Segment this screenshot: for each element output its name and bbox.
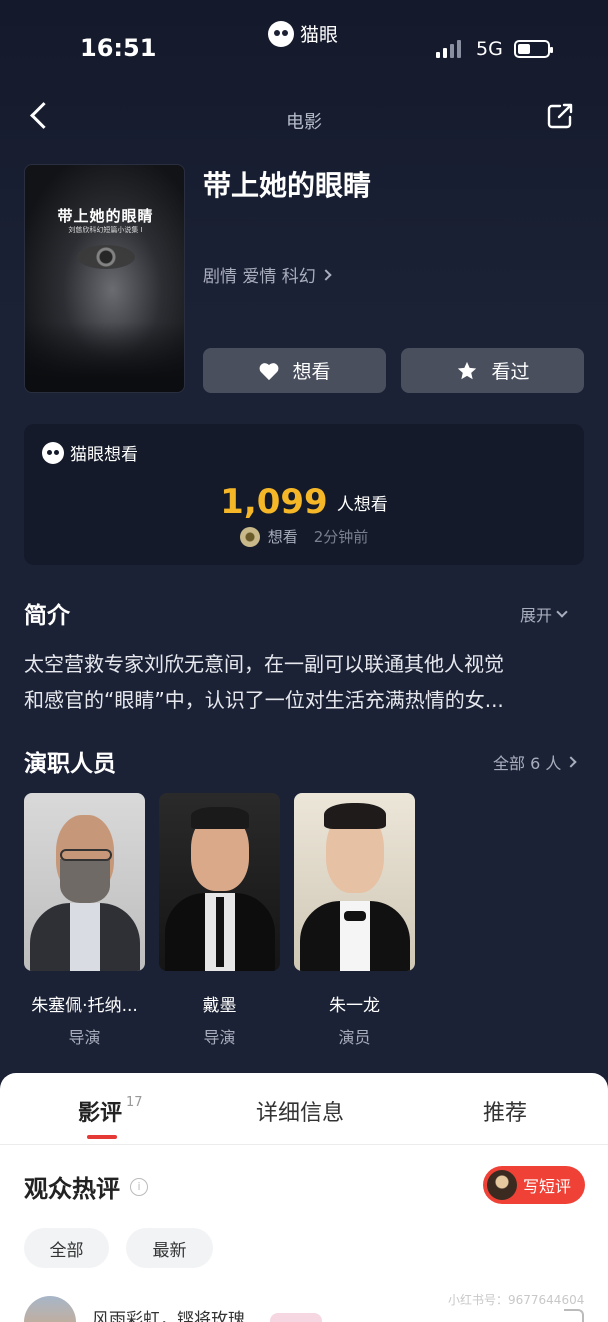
filter-all-chip[interactable]: 全部 (24, 1228, 109, 1268)
review-count: 17 (126, 1095, 143, 1110)
chevron-down-icon (556, 606, 568, 618)
poster-eye-art (77, 245, 135, 269)
write-review-label: 写短评 (523, 1177, 572, 1196)
chevron-right-icon (320, 268, 332, 281)
cast-card[interactable]: 朱一龙 演员 (294, 793, 415, 1048)
movie-genres[interactable]: 剧情 爱情 科幻 (203, 262, 332, 287)
cast-photo (159, 793, 280, 971)
synopsis-line-2: 和感官的“眼睛”中，认识了一位对生活充满热情的女... (24, 688, 504, 712)
movie-poster[interactable]: 带上她的眼睛 刘慈欣科幻短篇小说集 I (24, 164, 185, 393)
info-icon[interactable]: i (130, 1177, 148, 1196)
share-icon (547, 103, 573, 129)
cast-title: 演职人员 (24, 751, 116, 777)
tab-bar: 影评 17 详细信息 推荐 (0, 1073, 608, 1145)
status-bar: 16:51 猫眼 5G (0, 0, 608, 90)
cast-role: 导演 (68, 1028, 101, 1047)
poster-subtitle: 刘慈欣科幻短篇小说集 I (68, 226, 143, 234)
network-type: 5G (476, 38, 503, 60)
poster-title: 带上她的眼睛 (57, 207, 154, 225)
recent-time: 2分钟前 (313, 528, 369, 546)
tab-reviews[interactable]: 影评 17 (78, 1095, 143, 1127)
reviewer-avatar[interactable] (24, 1296, 76, 1322)
user-avatar (487, 1170, 517, 1200)
synopsis-line-1: 太空营救专家刘欣无意间，在一副可以联通其他人视觉 (24, 652, 504, 676)
user-avatar (239, 526, 260, 547)
app-logo: 猫眼 (268, 20, 338, 47)
want-stats-card[interactable]: 猫眼想看 1,099 人想看 想看 2分钟前 (24, 424, 584, 565)
cast-photo (24, 793, 145, 971)
hot-reviews-label: 观众热评 (24, 1175, 120, 1203)
filter-latest-chip[interactable]: 最新 (126, 1228, 213, 1268)
cast-role: 演员 (338, 1028, 371, 1047)
cast-name: 戴墨 (202, 996, 237, 1016)
want-card-header: 猫眼想看 (42, 440, 138, 465)
seen-button[interactable]: 看过 (401, 348, 584, 393)
tab-recommend[interactable]: 推荐 (483, 1095, 527, 1127)
expand-synopsis-button[interactable]: 展开 (520, 602, 568, 626)
seen-label: 看过 (491, 361, 530, 383)
share-button[interactable] (546, 102, 574, 130)
all-cast-button[interactable]: 全部 6 人 (493, 750, 578, 774)
maoyan-cat-icon (42, 441, 64, 464)
maoyan-cat-icon (268, 20, 294, 47)
active-tab-indicator (87, 1135, 117, 1139)
want-count: 1,099 人想看 (24, 482, 584, 522)
synopsis-title: 简介 (24, 603, 70, 629)
share-icon[interactable] (564, 1309, 584, 1322)
cast-list: 朱塞佩·托纳... 导演 戴墨 导演 朱一龙 演员 (24, 793, 415, 1048)
app-name: 猫眼 (300, 24, 339, 46)
battery-icon (514, 40, 553, 58)
page-title: 电影 (286, 112, 322, 133)
signal-icon (436, 40, 461, 58)
write-review-button[interactable]: 写短评 (483, 1166, 585, 1204)
chevron-right-icon (565, 756, 578, 768)
user-level-badge (270, 1313, 322, 1322)
star-icon (458, 361, 477, 379)
recent-want-activity: 想看 2分钟前 (24, 526, 584, 547)
genres-text: 剧情 爱情 科幻 (203, 267, 316, 287)
movie-title: 带上她的眼睛 (203, 169, 372, 202)
watermark: 小红书号：9677644604 (448, 1293, 585, 1307)
cast-name: 朱一龙 (329, 996, 380, 1016)
tab-reviews-label: 影评 (78, 1101, 123, 1126)
hot-reviews-title: 观众热评 i (24, 1169, 148, 1204)
heart-icon (260, 362, 279, 380)
review-sheet: 影评 17 详细信息 推荐 观众热评 i 写短评 全部 最新 风雨彩虹，铿将玫瑰 … (0, 1073, 608, 1322)
want-card-title: 猫眼想看 (70, 445, 138, 465)
cast-photo (294, 793, 415, 971)
cast-name: 朱塞佩·托纳... (31, 996, 138, 1016)
want-label: 想看 (292, 361, 331, 383)
want-count-unit: 人想看 (336, 494, 388, 515)
cast-card[interactable]: 朱塞佩·托纳... 导演 (24, 793, 145, 1048)
poster-landscape-art (25, 322, 184, 392)
recent-action: 想看 (267, 528, 298, 546)
cast-role: 导演 (203, 1028, 236, 1047)
all-cast-label: 全部 6 人 (493, 754, 562, 773)
status-time: 16:51 (80, 34, 157, 62)
cast-card[interactable]: 戴墨 导演 (159, 793, 280, 1048)
synopsis-text: 太空营救专家刘欣无意间，在一副可以联通其他人视觉 和感官的“眼睛”中，认识了一位… (24, 646, 584, 718)
reviewer-name[interactable]: 风雨彩虹，铿将玫瑰 (92, 1305, 245, 1322)
expand-label: 展开 (520, 606, 553, 625)
want-to-see-button[interactable]: 想看 (203, 348, 386, 393)
tab-details[interactable]: 详细信息 (256, 1095, 344, 1127)
want-count-number: 1,099 (220, 482, 328, 522)
